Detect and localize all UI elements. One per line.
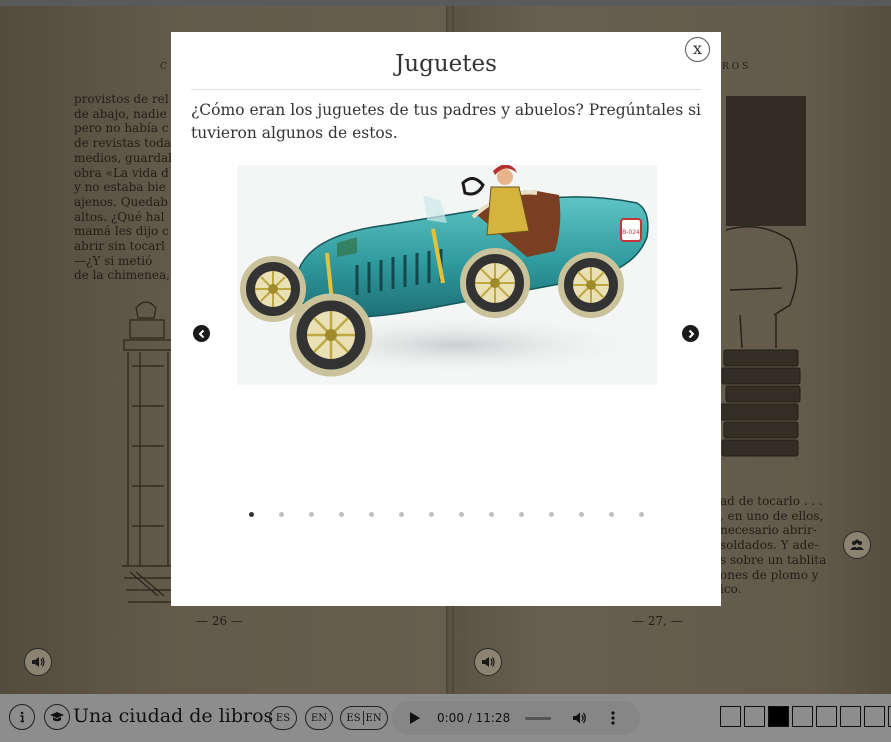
glossary-button[interactable] — [44, 704, 70, 730]
slide-dot[interactable] — [339, 512, 344, 517]
prev-slide-button[interactable] — [193, 325, 210, 342]
audio-player: 0:00 / 11:28 — [392, 701, 640, 735]
chevron-left-icon — [198, 329, 204, 338]
slide-dot[interactable] — [609, 512, 614, 517]
slide-dot[interactable] — [459, 512, 464, 517]
language-es-button[interactable]: ES — [269, 706, 297, 730]
speaker-icon — [482, 657, 495, 667]
page-thumbnail[interactable] — [792, 706, 813, 727]
info-icon — [20, 711, 24, 723]
more-vertical-icon[interactable] — [610, 710, 616, 726]
bilingual-divider — [362, 711, 364, 725]
slide-dot[interactable] — [249, 512, 254, 517]
language-bilingual-button[interactable]: ES EN — [340, 706, 388, 730]
modal-prompt: ¿Cómo eran los juguetes de tus padres y … — [191, 101, 701, 142]
group-activity-button[interactable] — [843, 531, 871, 559]
slide-dot[interactable] — [279, 512, 284, 517]
title-divider — [191, 89, 701, 90]
page-thumbnail[interactable] — [768, 706, 789, 727]
audio-progress[interactable] — [525, 717, 551, 720]
left-page-audio-button[interactable] — [24, 648, 52, 676]
next-slide-button[interactable] — [682, 325, 699, 342]
audio-time: 0:00 / 11:28 — [437, 711, 511, 725]
speaker-icon — [32, 657, 45, 667]
language-en-button[interactable]: EN — [305, 706, 333, 730]
slide-dot[interactable] — [519, 512, 524, 517]
slide-dot[interactable] — [579, 512, 584, 517]
page-thumbnail[interactable] — [864, 706, 885, 727]
slide-dot[interactable] — [489, 512, 494, 517]
slide-indicator — [241, 512, 661, 522]
toy-car-image: B-024 — [237, 165, 657, 385]
play-icon[interactable] — [410, 712, 420, 724]
modal-title: Juguetes — [395, 51, 497, 77]
graduation-cap-icon — [50, 712, 64, 722]
car-plate-label: B-024 — [622, 229, 640, 236]
page-thumbnail[interactable] — [816, 706, 837, 727]
slide-dot[interactable] — [429, 512, 434, 517]
slide-dot[interactable] — [399, 512, 404, 517]
chevron-right-icon — [688, 329, 694, 338]
bilingual-es-label: ES — [346, 712, 361, 724]
slide-dot[interactable] — [369, 512, 374, 517]
page-thumbnail[interactable] — [840, 706, 861, 727]
bottom-toolbar: Una ciudad de libros ES EN ES EN 0:00 / … — [0, 694, 891, 742]
right-page-audio-button[interactable] — [474, 648, 502, 676]
slide-dot[interactable] — [309, 512, 314, 517]
group-icon — [850, 539, 864, 550]
bilingual-en-label: EN — [365, 712, 382, 724]
info-button[interactable] — [9, 704, 35, 730]
page-thumbnail[interactable] — [744, 706, 765, 727]
slide-dot[interactable] — [549, 512, 554, 517]
page-thumbnail[interactable] — [720, 706, 741, 727]
volume-icon[interactable] — [572, 710, 588, 726]
book-title: Una ciudad de libros — [73, 705, 274, 727]
juguetes-modal: x Juguetes ¿Cómo eran los juguetes de tu… — [171, 32, 721, 606]
slide-dot[interactable] — [639, 512, 644, 517]
